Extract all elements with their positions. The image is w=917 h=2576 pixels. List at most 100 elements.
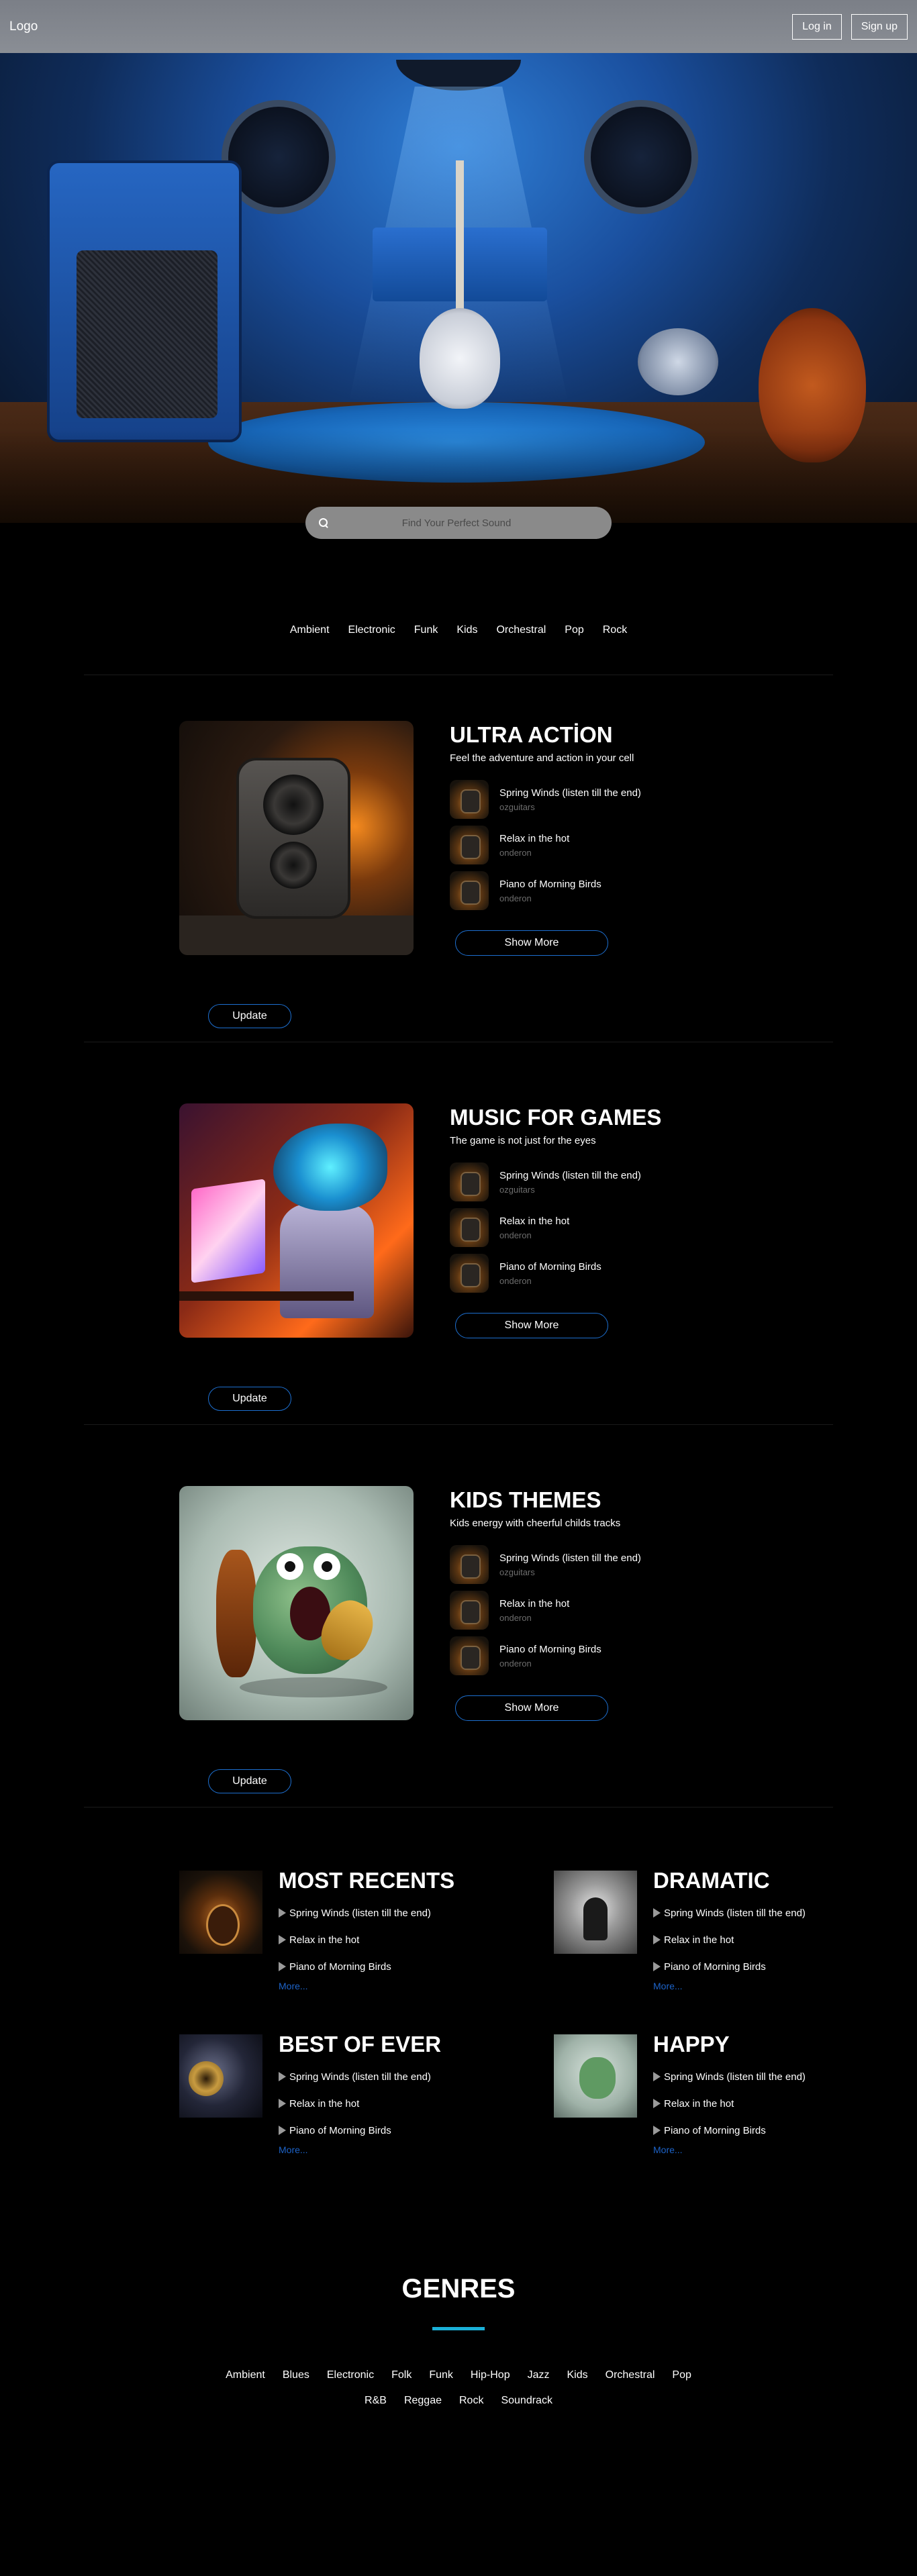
site-logo[interactable]: Logo: [9, 19, 38, 34]
track-list: Spring Winds (listen till the end) ozguit…: [450, 1159, 665, 1296]
filter-electronic[interactable]: Electronic: [348, 624, 395, 636]
track-thumbnail: [450, 1636, 489, 1675]
login-button[interactable]: Log in: [792, 13, 842, 40]
track-artist: onderon: [499, 893, 532, 903]
collection-thumbnail[interactable]: [554, 2034, 637, 2118]
track-item[interactable]: Relax in the hot onderon: [450, 1587, 665, 1633]
track-artist: onderon: [499, 1612, 532, 1623]
track-name: Piano of Morning Birds: [499, 1643, 601, 1655]
show-more-button[interactable]: Show More: [455, 1313, 608, 1338]
genre-soundtrack[interactable]: Soundrack: [501, 2395, 552, 2407]
album-subtitle: The game is not just for the eyes: [450, 1135, 596, 1146]
electric-guitar: [420, 308, 500, 409]
genre-kids[interactable]: Kids: [567, 2369, 588, 2381]
more-link[interactable]: More...: [653, 1981, 683, 1991]
update-button[interactable]: Update: [208, 1387, 291, 1411]
filter-orchestral[interactable]: Orchestral: [496, 624, 546, 636]
update-button[interactable]: Update: [208, 1769, 291, 1793]
show-more-button[interactable]: Show More: [455, 1695, 608, 1721]
track-thumbnail: [450, 1208, 489, 1247]
track-thumbnail: [450, 1545, 489, 1584]
filter-rock[interactable]: Rock: [603, 624, 627, 636]
genre-reggae[interactable]: Reggae: [404, 2395, 442, 2407]
collection-item[interactable]: Spring Winds (listen till the end): [653, 1899, 806, 1926]
genre-filter-bar: Ambient Electronic Funk Kids Orchestral …: [0, 624, 917, 636]
genre-orchestral[interactable]: Orchestral: [606, 2369, 655, 2381]
collection-thumbnail[interactable]: [179, 2034, 262, 2118]
genre-row-2: R&B Reggae Rock Soundrack: [0, 2395, 917, 2407]
more-link[interactable]: More...: [653, 2144, 683, 2155]
collection-item[interactable]: Piano of Morning Birds: [279, 2117, 431, 2144]
genre-funk[interactable]: Funk: [429, 2369, 453, 2381]
collection-most-recents: MOST RECENTS Spring Winds (listen till t…: [179, 1868, 461, 1998]
collection-item[interactable]: Spring Winds (listen till the end): [653, 2063, 806, 2090]
more-link[interactable]: More...: [279, 1981, 308, 1991]
collection-item[interactable]: Relax in the hot: [279, 2090, 431, 2117]
genre-rnb[interactable]: R&B: [365, 2395, 387, 2407]
collection-dramatic: DRAMATIC Spring Winds (listen till the e…: [554, 1868, 836, 1998]
genre-electronic[interactable]: Electronic: [327, 2369, 374, 2381]
album-subtitle: Feel the adventure and action in your ce…: [450, 752, 634, 764]
track-artist: onderon: [499, 1230, 532, 1240]
more-link[interactable]: More...: [279, 2144, 308, 2155]
signup-button[interactable]: Sign up: [851, 13, 908, 40]
track-item[interactable]: Piano of Morning Birds onderon: [450, 868, 665, 913]
track-thumbnail: [450, 1254, 489, 1293]
genre-jazz[interactable]: Jazz: [528, 2369, 550, 2381]
collection-item[interactable]: Relax in the hot: [653, 2090, 806, 2117]
track-item[interactable]: Piano of Morning Birds onderon: [450, 1633, 665, 1679]
genre-rock[interactable]: Rock: [459, 2395, 483, 2407]
track-thumbnail: [450, 826, 489, 864]
collection-thumbnail[interactable]: [179, 1871, 262, 1954]
collection-title: HAPPY: [653, 2032, 730, 2057]
genre-folk[interactable]: Folk: [391, 2369, 412, 2381]
track-item[interactable]: Piano of Morning Birds onderon: [450, 1250, 665, 1296]
filter-kids[interactable]: Kids: [456, 624, 477, 636]
play-icon: [653, 2072, 661, 2081]
track-item[interactable]: Relax in the hot onderon: [450, 1205, 665, 1250]
album-cover-monster[interactable]: [179, 1486, 414, 1720]
update-button[interactable]: Update: [208, 1004, 291, 1028]
play-icon: [279, 1908, 286, 1918]
track-item[interactable]: Spring Winds (listen till the end) ozguit…: [450, 1542, 665, 1587]
track-item[interactable]: Spring Winds (listen till the end) ozguit…: [450, 777, 665, 822]
track-thumbnail: [450, 1591, 489, 1630]
search-bar: [305, 507, 612, 539]
play-icon: [279, 2099, 286, 2108]
track-name: Relax in the hot: [499, 832, 570, 844]
porthole-window-right: [584, 100, 698, 214]
auth-buttons: Log in Sign up: [792, 13, 908, 40]
genre-hip-hop[interactable]: Hip-Hop: [471, 2369, 510, 2381]
collection-happy: HAPPY Spring Winds (listen till the end)…: [554, 2032, 836, 2162]
collection-item[interactable]: Relax in the hot: [653, 1926, 806, 1953]
collection-item[interactable]: Spring Winds (listen till the end): [279, 2063, 431, 2090]
search-input[interactable]: [328, 517, 585, 529]
track-item[interactable]: Spring Winds (listen till the end) ozguit…: [450, 1159, 665, 1205]
track-item[interactable]: Relax in the hot onderon: [450, 822, 665, 868]
collection-item[interactable]: Piano of Morning Birds: [279, 1953, 431, 1980]
track-name: Relax in the hot: [499, 1597, 570, 1609]
collection-item[interactable]: Piano of Morning Birds: [653, 2117, 806, 2144]
collection-item[interactable]: Piano of Morning Birds: [653, 1953, 806, 1980]
genre-pop[interactable]: Pop: [672, 2369, 691, 2381]
album-cover-speaker[interactable]: [179, 721, 414, 955]
track-list: Spring Winds (listen till the end) ozguit…: [450, 1542, 665, 1679]
section-divider: [84, 1424, 833, 1425]
collection-item[interactable]: Spring Winds (listen till the end): [279, 1899, 431, 1926]
collection-item[interactable]: Relax in the hot: [279, 1926, 431, 1953]
collection-thumbnail[interactable]: [554, 1871, 637, 1954]
track-list: Spring Winds (listen till the end) ozguit…: [450, 777, 665, 913]
genres-heading: GENRES: [401, 2274, 516, 2303]
filter-funk[interactable]: Funk: [414, 624, 438, 636]
genre-blues[interactable]: Blues: [283, 2369, 309, 2381]
album-cover-gamer[interactable]: [179, 1103, 414, 1338]
play-icon: [653, 2099, 661, 2108]
filter-ambient[interactable]: Ambient: [290, 624, 330, 636]
search-icon[interactable]: [319, 518, 328, 528]
album-title: MUSIC FOR GAMES: [450, 1105, 662, 1130]
show-more-button[interactable]: Show More: [455, 930, 608, 956]
filter-pop[interactable]: Pop: [565, 624, 583, 636]
drum: [638, 328, 718, 395]
collection-list: Spring Winds (listen till the end) Relax…: [279, 1899, 431, 1980]
genre-ambient[interactable]: Ambient: [226, 2369, 265, 2381]
